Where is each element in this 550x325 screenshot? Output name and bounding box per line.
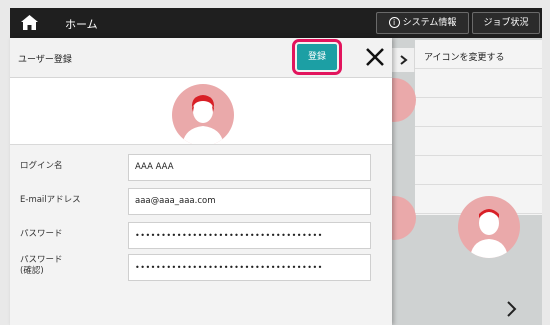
registration-form: ログイン名 AAA AAA E-mailアドレス aaa@aaa_aaa.com… xyxy=(10,144,392,325)
home-icon[interactable] xyxy=(20,14,39,31)
list-item[interactable] xyxy=(415,69,542,98)
password-field[interactable]: •••••••••••••••••••••••••••••••••••• xyxy=(128,222,371,249)
user-avatar-icon xyxy=(470,209,508,258)
dialog-header: ユーザー登録 登録 xyxy=(10,38,392,78)
close-icon[interactable] xyxy=(362,44,388,70)
top-bar: ホーム i システム情報 ジョブ状況 xyxy=(10,8,542,38)
home-label[interactable]: ホーム xyxy=(65,16,98,32)
password-label: パスワード xyxy=(20,229,63,239)
password-confirm-field[interactable]: •••••••••••••••••••••••••••••••••••• xyxy=(128,254,371,281)
list-item[interactable] xyxy=(415,127,542,156)
system-info-button[interactable]: i システム情報 xyxy=(376,12,469,34)
dialog-title: ユーザー登録 xyxy=(18,55,72,65)
chevron-right-icon xyxy=(400,55,408,65)
background-avatar[interactable] xyxy=(458,196,520,258)
user-avatar-icon xyxy=(182,95,224,146)
chevron-right-icon[interactable] xyxy=(500,298,522,320)
login-name-label: ログイン名 xyxy=(20,161,63,171)
user-registration-dialog: ユーザー登録 登録 ログイン名 AAA AAA E-mailアドレス aaa@a… xyxy=(10,38,392,325)
job-status-button[interactable]: ジョブ状況 xyxy=(472,12,540,34)
list-item[interactable] xyxy=(415,156,542,185)
login-name-field[interactable]: AAA AAA xyxy=(128,154,371,181)
register-button[interactable]: 登録 xyxy=(292,39,342,75)
change-icon-title: アイコンを変更する xyxy=(424,53,505,63)
expand-panel-button[interactable] xyxy=(392,48,415,72)
change-icon-panel: アイコンを変更する xyxy=(415,40,542,215)
avatar[interactable] xyxy=(172,84,234,146)
password-confirm-label: パスワード (確認) xyxy=(20,255,63,276)
system-info-label: システム情報 xyxy=(402,18,457,28)
list-item[interactable]: アイコンを変更する xyxy=(415,40,542,69)
email-label: E-mailアドレス xyxy=(20,195,81,205)
email-field[interactable]: aaa@aaa_aaa.com xyxy=(128,188,371,215)
list-item[interactable] xyxy=(415,98,542,127)
job-status-label: ジョブ状況 xyxy=(483,18,529,28)
info-icon: i xyxy=(388,17,400,28)
